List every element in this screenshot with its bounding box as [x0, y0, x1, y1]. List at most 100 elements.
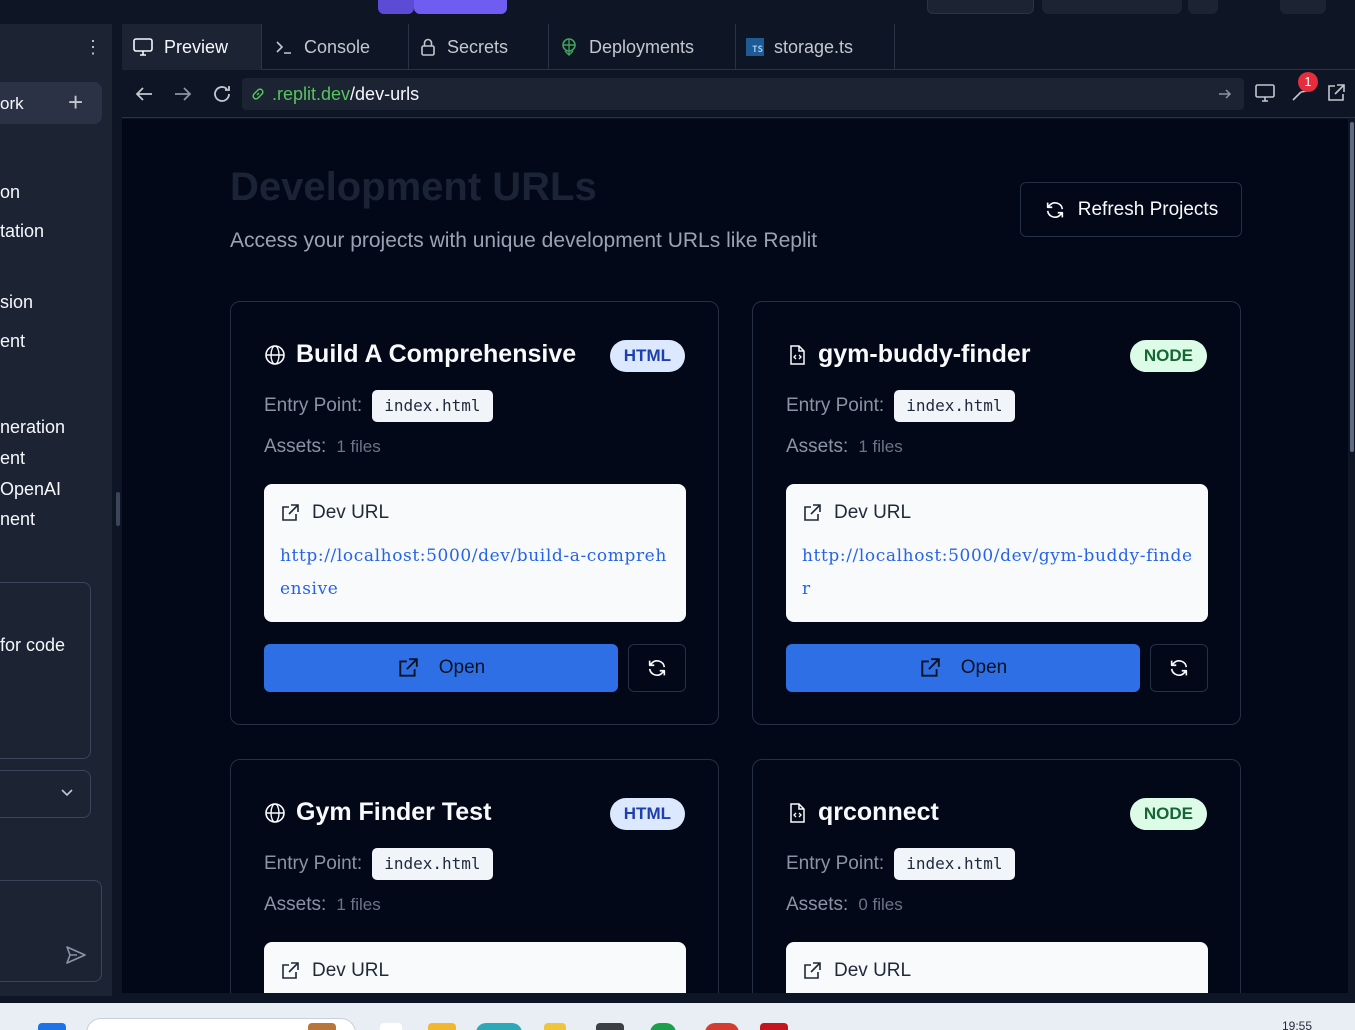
dev-url-header: Dev URL: [280, 960, 389, 982]
regenerate-url-button[interactable]: [628, 644, 686, 692]
top-toolbar: [0, 0, 1355, 14]
refresh-icon: [1170, 660, 1188, 676]
entry-point-row: Entry Point: index.html: [786, 848, 1015, 880]
taskbar-clock: 19:55: [1282, 1019, 1313, 1030]
toolbar-icon-button[interactable]: [1188, 0, 1218, 14]
open-label: Open: [438, 657, 486, 678]
tab-storage-ts[interactable]: TS storage.ts: [736, 24, 895, 70]
os-taskbar: 19:55: [0, 1003, 1355, 1030]
chat-input[interactable]: [0, 880, 102, 982]
card-header: Gym Finder Test: [264, 798, 491, 827]
assets-row: Assets: 0 files: [786, 894, 903, 916]
sidebar-item[interactable]: nent: [0, 509, 35, 530]
sidebar-item[interactable]: OpenAI: [0, 479, 61, 500]
project-card: gym-buddy-finder NODE Entry Point: index…: [752, 301, 1241, 725]
kebab-menu-icon[interactable]: ⋮: [84, 38, 102, 56]
reload-icon[interactable]: [210, 82, 234, 106]
model-select[interactable]: [0, 770, 91, 818]
dev-url-header: Dev URL: [802, 502, 911, 524]
url-bar[interactable]: .replit.dev/dev-urls: [242, 78, 1244, 110]
project-type-badge: HTML: [609, 340, 685, 372]
refresh-projects-button[interactable]: Refresh Projects: [1020, 182, 1242, 237]
card-header: Build A Comprehensive: [264, 340, 576, 369]
suggestion-card[interactable]: for code: [0, 582, 91, 759]
project-type-badge: NODE: [1129, 798, 1207, 830]
entry-point-label: Entry Point:: [786, 853, 885, 874]
open-button[interactable]: Open: [786, 644, 1140, 692]
send-icon[interactable]: [64, 943, 88, 967]
page-subtitle: Access your projects with unique develop…: [230, 229, 818, 252]
tab-console[interactable]: Console: [264, 24, 409, 70]
dev-url-box: Dev URL http://localhost:5000/dev/build-…: [264, 484, 686, 622]
external-link-icon: [804, 962, 821, 979]
globe-icon: [265, 802, 285, 823]
new-chat-bar[interactable]: ork +: [0, 82, 102, 124]
taskbar-app-icon[interactable]: [308, 1023, 336, 1030]
tab-deployments[interactable]: Deployments: [549, 24, 736, 70]
link-icon: [252, 88, 264, 100]
entry-point-value: index.html: [894, 390, 1015, 422]
chrome-icon[interactable]: [650, 1023, 676, 1030]
entry-point-row: Entry Point: index.html: [264, 848, 493, 880]
dev-url-label: Dev URL: [834, 960, 912, 981]
tab-label: Console: [304, 36, 371, 57]
open-label: Open: [960, 657, 1008, 678]
plus-icon[interactable]: +: [68, 88, 83, 116]
preview-nav-bar: .replit.dev/dev-urls 1: [122, 70, 1355, 118]
assistant-sidebar: ⋮ ork + on tation sion ent neration ent …: [0, 24, 112, 996]
dev-url-label: Dev URL: [312, 960, 390, 981]
open-new-window-icon[interactable]: [1325, 82, 1347, 104]
dev-url-link[interactable]: http://localhost:5000/dev/build-a-compre…: [280, 540, 672, 606]
sidebar-item[interactable]: neration: [0, 417, 65, 438]
windows-start-icon[interactable]: [38, 1023, 66, 1030]
sidebar-item[interactable]: ent: [0, 448, 25, 469]
taskbar-app-icon[interactable]: [544, 1023, 566, 1030]
page-scrollbar-thumb[interactable]: [1350, 122, 1354, 452]
sidebar-item[interactable]: sion: [0, 292, 33, 313]
regenerate-url-button[interactable]: [1150, 644, 1208, 692]
project-name: Build A Comprehensive: [296, 340, 577, 368]
app-logo-button[interactable]: [378, 0, 414, 14]
deploy-icon: [562, 38, 576, 56]
sidebar-resize-handle[interactable]: [116, 492, 120, 526]
card-header: gym-buddy-finder: [786, 340, 1031, 369]
assets-label: Assets:: [264, 894, 327, 915]
entry-point-row: Entry Point: index.html: [264, 390, 493, 422]
browser-icon[interactable]: [476, 1023, 522, 1030]
dev-url-box: Dev URL: [264, 942, 686, 993]
assets-value: 0 files: [858, 895, 903, 914]
monitor-icon: [133, 38, 153, 56]
tab-secrets[interactable]: Secrets: [409, 24, 549, 70]
open-button[interactable]: Open: [264, 644, 618, 692]
sidebar-item[interactable]: ent: [0, 331, 25, 352]
assets-value: 1 files: [858, 437, 903, 456]
go-arrow-icon[interactable]: [1216, 85, 1234, 103]
back-arrow-icon[interactable]: [132, 82, 156, 106]
taskbar-app-icon[interactable]: [705, 1023, 739, 1030]
dev-url-box: Dev URL: [786, 942, 1208, 993]
sidebar-item[interactable]: tation: [0, 221, 44, 242]
globe-icon: [265, 344, 285, 365]
user-avatar[interactable]: [1280, 0, 1326, 14]
url-host: .replit.dev: [272, 83, 351, 104]
run-button[interactable]: [414, 0, 507, 14]
entry-point-label: Entry Point:: [264, 395, 363, 416]
external-link-icon: [399, 658, 418, 677]
sidebar-item[interactable]: on: [0, 182, 20, 203]
deploy-button[interactable]: [1042, 0, 1182, 14]
file-explorer-icon[interactable]: [428, 1023, 456, 1030]
assets-label: Assets:: [264, 436, 327, 457]
dev-url-header: Dev URL: [802, 960, 911, 982]
device-preview-icon[interactable]: [1254, 82, 1276, 104]
tab-bar: Preview Console Secrets Deployments TS s…: [122, 24, 1355, 70]
taskbar-app-icon[interactable]: [380, 1023, 402, 1030]
tab-preview[interactable]: Preview: [122, 24, 262, 70]
project-name: gym-buddy-finder: [818, 340, 1031, 368]
dev-url-link[interactable]: http://localhost:5000/dev/gym-buddy-find…: [802, 540, 1194, 606]
typescript-file-icon: TS: [746, 38, 764, 56]
terminal-app-icon[interactable]: [596, 1023, 624, 1030]
assets-row: Assets: 1 files: [264, 436, 381, 458]
pdf-app-icon[interactable]: [760, 1023, 788, 1030]
forward-arrow-icon[interactable]: [171, 82, 195, 106]
toolbar-search[interactable]: [927, 0, 1034, 14]
